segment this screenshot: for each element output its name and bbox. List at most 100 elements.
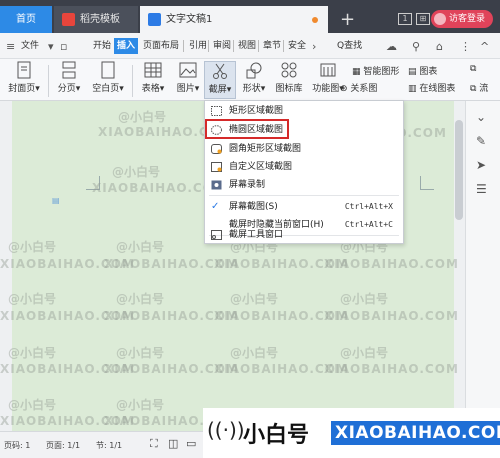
- icon-library-icon: [281, 62, 297, 78]
- insert-ribbon: 封面页▾ 分页▾ 空白页▾ 表格▾ 图片▾ 截屏▾ 形状▾ 图标库 功能图▾ ▦…: [0, 59, 500, 101]
- hamburger-icon[interactable]: ≡: [6, 40, 15, 53]
- visitor-login-button[interactable]: 访客登录: [431, 10, 493, 28]
- read-mode-icon[interactable]: ◫: [168, 437, 178, 450]
- relation-chart-button[interactable]: ⊛ 关系图: [340, 81, 377, 94]
- flow-button[interactable]: ⧉ 流: [470, 81, 488, 94]
- collapse-panel-icon[interactable]: ⌄: [476, 110, 490, 124]
- menu-view[interactable]: 视图: [235, 38, 259, 54]
- smart-graphic-button[interactable]: ▦ 智能图形: [352, 64, 399, 77]
- checkmark-icon: ✓: [211, 201, 220, 212]
- cursor-icon[interactable]: ➤: [476, 158, 490, 172]
- chevron-down-icon[interactable]: ▾: [48, 40, 54, 53]
- menu-chapter[interactable]: 章节: [260, 38, 284, 54]
- signal-icon: ((·)): [207, 418, 245, 442]
- status-section[interactable]: 节: 1/1: [96, 440, 122, 451]
- picture-icon: [179, 62, 197, 78]
- menu-separator: [183, 40, 184, 52]
- window-count-icon[interactable]: 1: [398, 13, 412, 25]
- watermark-text: @小白号: [118, 110, 167, 124]
- rectangle-icon: [211, 106, 222, 116]
- watermark-text: XIAOBAIHAO.COM: [324, 309, 459, 323]
- menu-insert[interactable]: 插入: [114, 38, 139, 54]
- fit-page-icon[interactable]: ⛶: [150, 437, 158, 451]
- watermark-text: @小白号: [8, 346, 57, 360]
- new-tab-plus-icon[interactable]: +: [340, 6, 355, 33]
- menu-item-tool-window[interactable]: 截屏工具窗口: [205, 226, 403, 244]
- more-dots-icon[interactable]: ⋮: [460, 40, 471, 53]
- status-page[interactable]: 页面: 1/1: [46, 440, 80, 451]
- cloud-icon[interactable]: ☁: [386, 40, 397, 53]
- ribbon-extra-icon[interactable]: ⧉: [470, 64, 476, 74]
- watermark-text: @小白号: [112, 165, 161, 179]
- highlight-box: [205, 119, 289, 139]
- menu-item-rect-screenshot[interactable]: 矩形区域截图: [205, 102, 403, 120]
- tab-template[interactable]: 稻壳模板: [54, 6, 138, 33]
- watermark-text: @小白号: [230, 292, 279, 306]
- tab-home[interactable]: 首页: [0, 6, 52, 33]
- ribbon-separator: [48, 65, 49, 97]
- pagination-icon: [62, 61, 76, 79]
- menu-reference[interactable]: 引用: [186, 38, 210, 54]
- lock-icon[interactable]: ⌂: [436, 40, 443, 53]
- smart-graphic-icon: ▦: [352, 67, 361, 77]
- chart-icon: ▤: [408, 67, 417, 77]
- collapse-icon[interactable]: ^: [480, 40, 489, 53]
- blank-page-icon: [101, 61, 115, 79]
- scissors-icon: [213, 63, 227, 79]
- save-icon[interactable]: ▫: [60, 40, 67, 53]
- tab-document[interactable]: 文字文稿1: [140, 6, 328, 33]
- menu-separator: [208, 40, 209, 52]
- status-page-code[interactable]: 页码: 1: [4, 440, 30, 451]
- screenshot-dropdown-menu: 矩形区域截图 椭圆区域截图 圆角矩形区域截图 自定义区域截图 屏幕录制 ✓ 屏幕…: [204, 100, 404, 244]
- shape-icon: [246, 62, 262, 79]
- online-chart-button[interactable]: ▥ 在线图表: [408, 81, 455, 94]
- unsaved-dot-icon: [312, 17, 318, 23]
- screenshot-button[interactable]: 截屏▾: [204, 61, 236, 99]
- picture-button[interactable]: 图片▾: [172, 61, 204, 94]
- shape-button[interactable]: 形状▾: [238, 61, 270, 94]
- menu-file[interactable]: 文件: [18, 38, 42, 54]
- watermark-text: @小白号: [340, 346, 389, 360]
- search-button[interactable]: Q查找: [334, 38, 365, 54]
- watermark-text: @小白号: [8, 240, 57, 254]
- menu-review[interactable]: 审阅: [210, 38, 234, 54]
- online-chart-icon: ▥: [408, 84, 417, 94]
- menu-item-custom-screenshot[interactable]: 自定义区域截图: [205, 158, 403, 176]
- watermark-text: @小白号: [340, 292, 389, 306]
- menu-item-screen-record[interactable]: 屏幕录制: [205, 176, 403, 194]
- sliders-icon[interactable]: ☰: [476, 182, 490, 196]
- tool-window-icon: [211, 230, 222, 240]
- pen-icon[interactable]: ✎: [476, 134, 490, 148]
- function-chart-icon: [320, 63, 336, 77]
- icon-library-button[interactable]: 图标库: [272, 61, 306, 94]
- menu-start[interactable]: 开始: [90, 38, 114, 54]
- right-tool-rail: [465, 101, 500, 431]
- ribbon-separator: [132, 65, 133, 97]
- margin-corner-mark: [420, 176, 434, 190]
- layout-view-icon[interactable]: ▭: [186, 437, 196, 450]
- more-menu-icon[interactable]: ›: [312, 40, 316, 53]
- table-button[interactable]: 表格▾: [136, 61, 170, 94]
- blank-page-button[interactable]: 空白页▾: [88, 61, 128, 94]
- paragraph-anchor-icon[interactable]: ▤: [52, 196, 60, 205]
- pagination-button[interactable]: 分页▾: [52, 61, 86, 94]
- grid-icon[interactable]: ⊞: [416, 13, 430, 25]
- watermark-text: @小白号: [8, 398, 57, 412]
- docer-icon: [62, 13, 75, 26]
- chart-button[interactable]: ▤ 图表: [408, 64, 437, 77]
- share-icon[interactable]: ⚲: [412, 40, 420, 53]
- vertical-scrollbar[interactable]: [455, 120, 463, 220]
- menu-separator: [283, 40, 284, 52]
- menu-separator: [233, 40, 234, 52]
- menu-item-screen-capture[interactable]: ✓ 屏幕截图(S) Ctrl+Alt+X: [205, 198, 403, 216]
- avatar-icon: [434, 13, 446, 25]
- menu-security[interactable]: 安全: [285, 38, 309, 54]
- menu-bar: ≡ 文件 ▾ ▫ 开始 插入 页面布局 引用 审阅 视图 章节 安全 › Q查找…: [0, 33, 500, 59]
- menu-page-layout[interactable]: 页面布局: [140, 38, 182, 54]
- cover-page-button[interactable]: 封面页▾: [4, 61, 44, 94]
- menu-item-rounded-screenshot[interactable]: 圆角矩形区域截图: [205, 140, 403, 158]
- writer-doc-icon: [148, 13, 161, 26]
- watermark-text: @小白号: [116, 240, 165, 254]
- watermark-text: XIAOBAIHAO.COM: [324, 257, 459, 271]
- brand-name-en: XIAOBAIHAO.COM: [331, 421, 500, 445]
